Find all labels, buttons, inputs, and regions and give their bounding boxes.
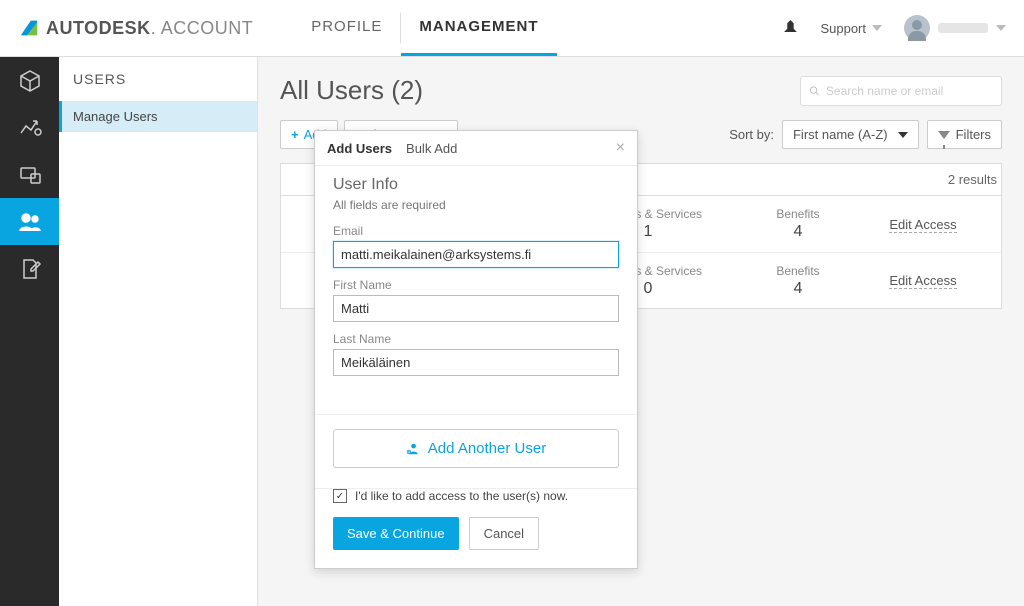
edit-access-link[interactable]: Edit Access xyxy=(889,217,956,233)
logo-text: AUTODESK. ACCOUNT xyxy=(46,18,253,39)
cell-edit-access: Edit Access xyxy=(873,217,973,232)
cube-icon xyxy=(18,69,42,93)
add-another-user-button[interactable]: Add Another User xyxy=(333,429,619,468)
plus-icon: + xyxy=(291,127,299,142)
tab-bulk-add[interactable]: Bulk Add xyxy=(406,141,457,156)
devices-icon xyxy=(18,163,42,187)
sidebar-title: USERS xyxy=(59,57,257,101)
iconbar-products[interactable] xyxy=(0,57,59,104)
tab-add-users[interactable]: Add Users xyxy=(327,141,392,156)
logo[interactable]: AUTODESK. ACCOUNT xyxy=(18,17,253,39)
access-checkbox-row: ✓ I'd like to add access to the user(s) … xyxy=(315,489,637,517)
sort-value: First name (A-Z) xyxy=(793,127,888,142)
page-title: All Users (2) xyxy=(280,75,423,106)
cancel-button[interactable]: Cancel xyxy=(469,517,539,550)
iconbar-devices[interactable] xyxy=(0,151,59,198)
cell-benefits: Benefits 4 xyxy=(723,201,873,247)
filter-icon xyxy=(938,131,950,139)
nav-profile[interactable]: PROFILE xyxy=(293,0,400,56)
last-name-field[interactable] xyxy=(333,349,619,376)
search-icon xyxy=(809,85,820,97)
modal-required-note: All fields are required xyxy=(333,198,619,212)
support-dropdown[interactable]: Support xyxy=(820,21,882,36)
add-users-modal: Add Users Bulk Add × User Info All field… xyxy=(314,130,638,569)
notifications-icon[interactable] xyxy=(782,20,798,36)
username-placeholder xyxy=(938,23,988,33)
iconbar xyxy=(0,57,59,606)
chevron-down-icon[interactable] xyxy=(996,25,1006,31)
first-name-field[interactable] xyxy=(333,295,619,322)
close-icon[interactable]: × xyxy=(616,139,625,157)
users-icon xyxy=(18,210,42,234)
search-input[interactable] xyxy=(826,84,993,98)
sidebar-item-manage-users[interactable]: Manage Users xyxy=(59,101,257,132)
chevron-down-icon xyxy=(872,25,882,31)
graph-icon xyxy=(18,116,42,140)
modal-section-title: User Info xyxy=(333,176,619,194)
last-name-label: Last Name xyxy=(333,332,619,346)
header-right: Support xyxy=(782,15,1006,41)
sort-dropdown[interactable]: First name (A-Z) xyxy=(782,120,919,149)
cell-edit-access: Edit Access xyxy=(873,273,973,288)
cell-benefits: Benefits 4 xyxy=(723,258,873,304)
search-box[interactable] xyxy=(800,76,1002,106)
first-name-label: First Name xyxy=(333,278,619,292)
modal-tabs: Add Users Bulk Add × xyxy=(315,131,637,166)
sidebar: USERS Manage Users xyxy=(59,57,258,606)
save-continue-button[interactable]: Save & Continue xyxy=(333,517,459,550)
access-checkbox[interactable]: ✓ xyxy=(333,489,347,503)
email-label: Email xyxy=(333,224,619,238)
avatar-icon[interactable] xyxy=(904,15,930,41)
nav-management[interactable]: MANAGEMENT xyxy=(401,0,556,56)
add-another-label: Add Another User xyxy=(428,440,546,457)
nav: PROFILE MANAGEMENT xyxy=(293,0,556,56)
support-label: Support xyxy=(820,21,866,36)
chevron-down-icon xyxy=(898,132,908,138)
filters-button[interactable]: Filters xyxy=(927,120,1002,149)
document-edit-icon xyxy=(18,257,42,281)
iconbar-users[interactable] xyxy=(0,198,59,245)
sort-label: Sort by: xyxy=(729,127,774,142)
edit-access-link[interactable]: Edit Access xyxy=(889,273,956,289)
access-checkbox-label: I'd like to add access to the user(s) no… xyxy=(355,489,568,503)
autodesk-logo-icon xyxy=(18,17,40,39)
iconbar-contracts[interactable] xyxy=(0,245,59,292)
email-field[interactable] xyxy=(333,241,619,268)
filters-label: Filters xyxy=(956,127,991,142)
header: AUTODESK. ACCOUNT PROFILE MANAGEMENT Sup… xyxy=(0,0,1024,57)
iconbar-reporting[interactable] xyxy=(0,104,59,151)
add-user-icon xyxy=(406,442,420,456)
